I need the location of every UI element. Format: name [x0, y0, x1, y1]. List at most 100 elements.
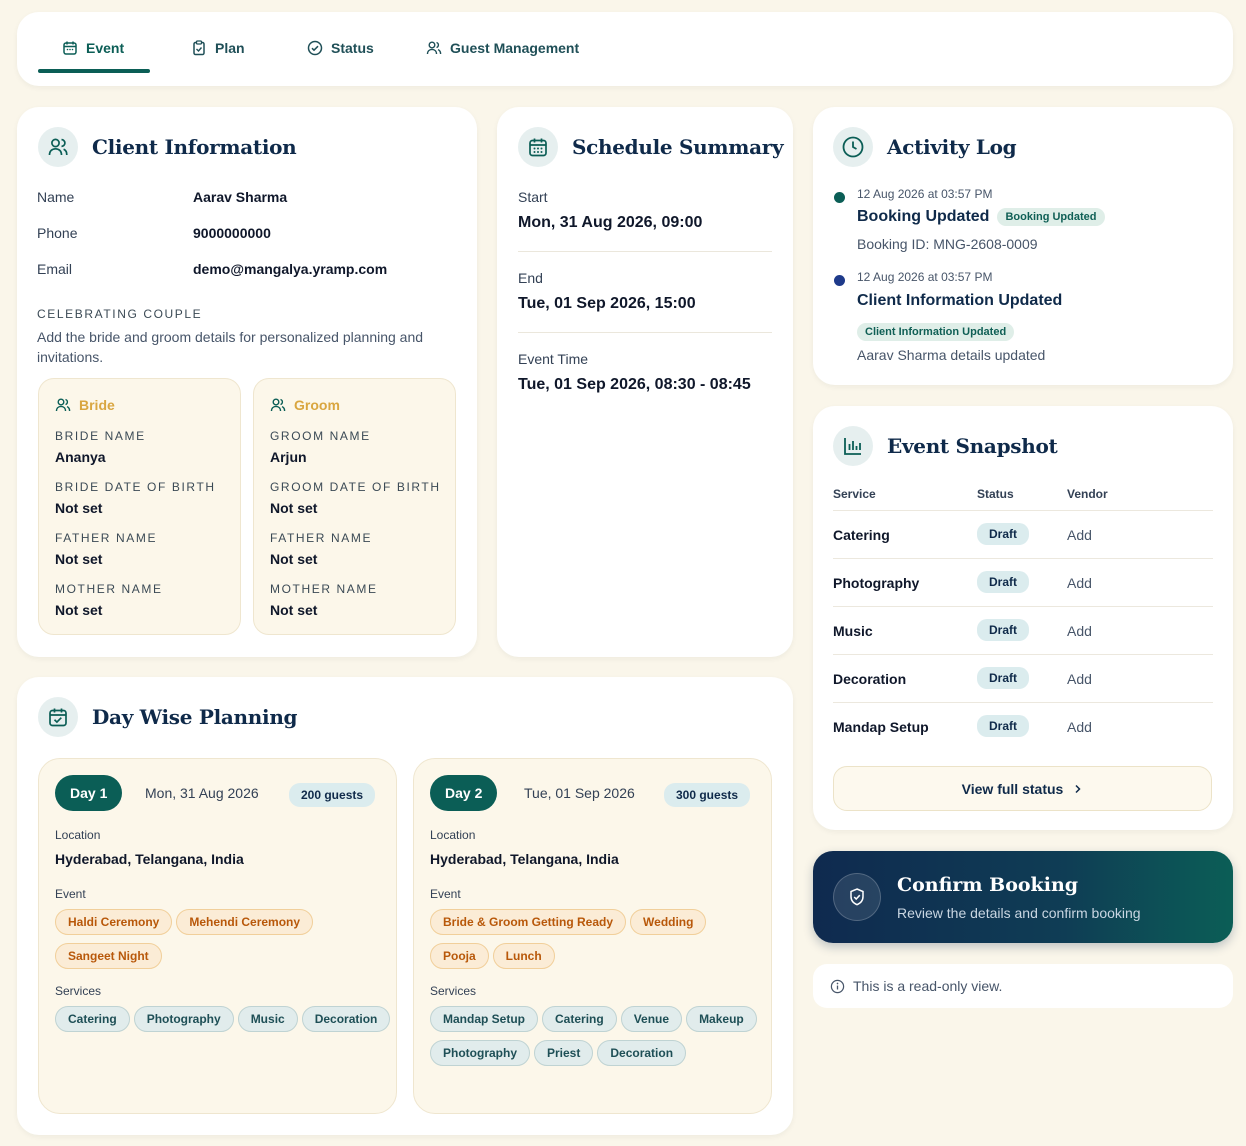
- celebrating-couple-description: Add the bride and groom details for pers…: [37, 329, 424, 365]
- groom-card: Groom GROOM NAME Arjun GROOM DATE OF BIR…: [253, 378, 456, 635]
- table-row: Mandap Setup Draft Add: [833, 702, 1213, 750]
- email-label: Email: [37, 261, 73, 277]
- shield-check-icon: [833, 873, 881, 921]
- add-vendor-link[interactable]: Add: [1067, 623, 1092, 639]
- event-list: Haldi Ceremony Mehendi Ceremony Sangeet Ni…: [55, 909, 395, 977]
- service-tag: Music: [237, 1006, 298, 1032]
- column-header-service: Service: [833, 487, 876, 501]
- activity-entry: Booking Updated Booking Updated: [857, 208, 1105, 226]
- bride-name: Ananya: [55, 449, 106, 465]
- users-icon: [38, 127, 78, 167]
- service-list: Catering Photography Music Decoration: [55, 1006, 395, 1040]
- calendar-icon: [63, 41, 77, 55]
- user-icon: [270, 398, 286, 412]
- day-badge: Day 1: [55, 775, 123, 811]
- service-tag: Makeup: [686, 1006, 757, 1032]
- tab-status[interactable]: Status: [307, 34, 374, 62]
- add-vendor-link[interactable]: Add: [1067, 527, 1092, 543]
- activity-time: 12 Aug 2026 at 03:57 PM: [857, 270, 993, 284]
- activity-dot: [834, 192, 845, 203]
- start-value: Mon, 31 Aug 2026, 09:00: [518, 214, 703, 231]
- location-value: Hyderabad, Telangana, India: [55, 851, 244, 867]
- service-name: Music: [833, 623, 873, 639]
- bride-dob-label: BRIDE DATE OF BIRTH: [55, 480, 216, 494]
- bride-father-label: FATHER NAME: [55, 531, 158, 545]
- divider: [518, 251, 772, 252]
- status-badge: Draft: [977, 715, 1030, 737]
- groom-title: Groom: [294, 397, 340, 413]
- table-row: Photography Draft Add: [833, 558, 1213, 606]
- bride-mother-label: MOTHER NAME: [55, 582, 163, 596]
- column-header-vendor: Vendor: [1067, 487, 1108, 501]
- user-icon: [55, 398, 71, 412]
- day-card: Day 1 Mon, 31 Aug 2026 200 guests Locati…: [38, 758, 397, 1114]
- service-tag: Mandap Setup: [430, 1006, 539, 1032]
- day-date: Mon, 31 Aug 2026: [145, 785, 259, 801]
- activity-log-title: Activity Log: [887, 135, 1017, 159]
- tab-plan[interactable]: Plan: [191, 34, 245, 62]
- location-value: Hyderabad, Telangana, India: [430, 851, 619, 867]
- confirm-booking-subtitle: Review the details and confirm booking: [897, 905, 1141, 921]
- view-full-status-button[interactable]: View full status: [833, 766, 1212, 811]
- activity-title: Booking Updated: [857, 208, 990, 225]
- service-list: Mandap Setup Catering Venue Makeup Photograp…: [430, 1006, 770, 1074]
- day-badge: Day 2: [430, 775, 498, 811]
- bride-mother: Not set: [55, 602, 103, 618]
- client-email: demo@mangalya.yramp.com: [193, 261, 388, 277]
- event-label: Event: [430, 887, 461, 901]
- event-tag: Haldi Ceremony: [55, 909, 173, 935]
- event-tag: Mehendi Ceremony: [176, 909, 314, 935]
- phone-label: Phone: [37, 225, 78, 241]
- service-tag: Priest: [534, 1040, 594, 1066]
- bar-chart-icon: [833, 426, 873, 466]
- table-row: Decoration Draft Add: [833, 654, 1213, 702]
- guest-count-badge: 300 guests: [664, 783, 751, 807]
- start-label: Start: [518, 189, 548, 205]
- client-name: Aarav Sharma: [193, 189, 288, 205]
- status-badge: Draft: [977, 667, 1030, 689]
- celebrating-couple-heading: CELEBRATING COUPLE: [37, 307, 203, 321]
- confirm-booking-button[interactable]: Confirm Booking Review the details and c…: [813, 851, 1233, 943]
- status-badge: Draft: [977, 571, 1030, 593]
- service-tag: Photography: [133, 1006, 234, 1032]
- tab-event[interactable]: Event: [62, 34, 124, 62]
- confirm-booking-title: Confirm Booking: [897, 874, 1079, 896]
- name-label: Name: [37, 189, 75, 205]
- activity-badge: Client Information Updated: [857, 323, 1015, 341]
- add-vendor-link[interactable]: Add: [1067, 719, 1092, 735]
- add-vendor-link[interactable]: Add: [1067, 671, 1092, 687]
- service-tag: Decoration: [597, 1040, 687, 1066]
- chevron-right-icon: [1075, 784, 1081, 793]
- location-label: Location: [430, 828, 476, 842]
- groom-mother-label: MOTHER NAME: [270, 582, 378, 596]
- activity-title: Client Information Updated: [857, 292, 1063, 309]
- tab-active-indicator: [38, 69, 150, 73]
- event-snapshot-card: Event Snapshot Service Status Vendor Cat…: [813, 406, 1233, 830]
- event-label: Event: [55, 887, 86, 901]
- day-date: Tue, 01 Sep 2026: [524, 785, 635, 801]
- guest-count-badge: 200 guests: [289, 783, 376, 807]
- activity-detail: Aarav Sharma details updated: [857, 347, 1046, 363]
- event-tag: Sangeet Night: [55, 943, 162, 969]
- services-label: Services: [430, 984, 477, 998]
- event-tag: Wedding: [630, 909, 707, 935]
- bride-father: Not set: [55, 551, 103, 567]
- calendar-icon: [518, 127, 558, 167]
- schedule-summary-title: Schedule Summary: [572, 135, 784, 159]
- service-tag: Photography: [430, 1040, 530, 1066]
- services-label: Services: [55, 984, 102, 998]
- end-label: End: [518, 270, 543, 286]
- tab-guest-management[interactable]: Guest Management: [426, 34, 579, 62]
- service-tag: Catering: [55, 1006, 130, 1032]
- service-name: Mandap Setup: [833, 719, 929, 735]
- activity-badge: Booking Updated: [997, 208, 1105, 226]
- divider: [518, 332, 772, 333]
- schedule-summary-card: Schedule Summary Start Mon, 31 Aug 2026,…: [497, 107, 793, 657]
- activity-dot: [834, 275, 845, 286]
- status-badge: Draft: [977, 619, 1030, 641]
- event-list: Bride & Groom Getting Ready Wedding Pooja L…: [430, 909, 770, 977]
- status-badge: Draft: [977, 523, 1030, 545]
- bride-dob: Not set: [55, 500, 103, 516]
- bride-title: Bride: [79, 397, 115, 413]
- add-vendor-link[interactable]: Add: [1067, 575, 1092, 591]
